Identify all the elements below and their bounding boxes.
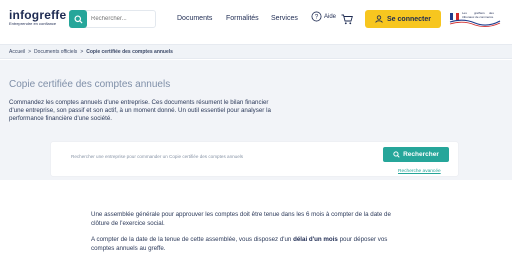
greffiers-logo[interactable]: Les greffiers des tribunaux de commerce — [449, 9, 501, 29]
site-header: infogreffe Entreprendre en confiance Doc… — [0, 0, 512, 40]
logo-text: infogreffe — [9, 8, 67, 22]
header-search-input[interactable] — [91, 16, 151, 22]
breadcrumb-documents[interactable]: Documents officiels — [34, 49, 77, 55]
company-search-panel: Rechercher une entreprise pour commander… — [51, 142, 458, 176]
search-button[interactable]: Rechercher — [383, 147, 449, 162]
nav-documents[interactable]: Documents — [177, 15, 212, 22]
info-paragraph-1: Une assemblée générale pour approuver le… — [91, 211, 391, 227]
breadcrumb-separator: > — [80, 49, 84, 55]
nav-services[interactable]: Services — [271, 15, 298, 22]
aide-link[interactable]: ? Aide — [311, 11, 336, 22]
page-title: Copie certifiée des comptes annuels — [9, 79, 171, 90]
breadcrumb-bar: Accueil > Documents officiels > Copie ce… — [0, 44, 512, 59]
company-search-input[interactable]: Rechercher une entreprise pour commander… — [71, 154, 243, 159]
svg-text:?: ? — [315, 14, 319, 21]
page-description: Commandez les comptes annuels d'une entr… — [9, 99, 271, 122]
info-paragraph-2: A compter de la date de la tenue de cett… — [91, 236, 411, 253]
connect-button[interactable]: Se connecter — [365, 10, 441, 28]
header-search — [69, 10, 156, 28]
user-icon — [375, 15, 383, 23]
breadcrumb-current: Copie certifiée des comptes annuels — [86, 49, 173, 55]
cart-icon[interactable] — [341, 12, 353, 30]
gov-logo-line-4: tribunaux de commerce — [462, 15, 494, 19]
info-paragraph-2-start: A compter de la date de la tenue de cett… — [91, 236, 294, 243]
nav-formalites[interactable]: Formalités — [226, 15, 259, 22]
search-button-label: Rechercher — [403, 151, 439, 158]
infogreffe-logo[interactable]: infogreffe Entreprendre en confiance — [9, 9, 66, 26]
connect-label: Se connecter — [387, 15, 431, 23]
breadcrumb-separator: > — [28, 49, 32, 55]
search-icon — [393, 151, 400, 158]
search-icon[interactable] — [69, 10, 87, 28]
help-icon: ? — [311, 11, 322, 22]
breadcrumb: Accueil > Documents officiels > Copie ce… — [9, 49, 173, 55]
deadline-highlight: délai d'un mois — [293, 236, 338, 243]
aide-label: Aide — [324, 13, 337, 20]
advanced-search-link[interactable]: Recherche avancée — [398, 169, 441, 174]
breadcrumb-accueil[interactable]: Accueil — [9, 49, 25, 55]
